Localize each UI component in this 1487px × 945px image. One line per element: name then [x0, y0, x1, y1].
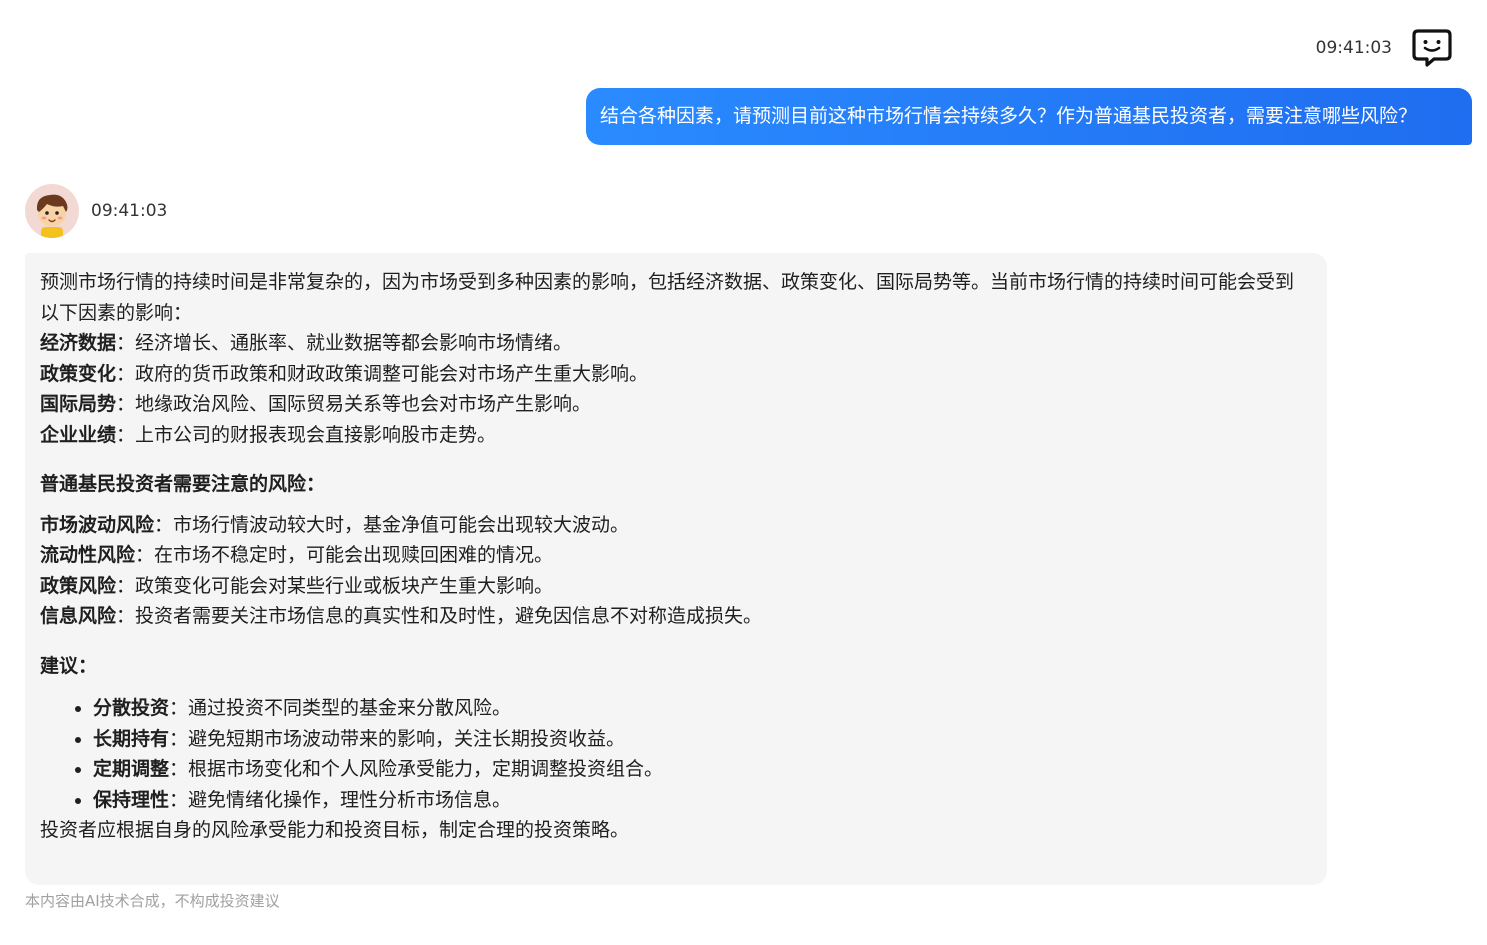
- risk-desc: 政策变化可能会对某些行业或板块产生重大影响。: [135, 574, 554, 597]
- risk-term: 信息风险: [40, 605, 117, 627]
- advice-term: 分散投资: [93, 697, 170, 719]
- list-item: 经济数据：经济增长、通胀率、就业数据等都会影响市场情绪。: [40, 328, 1312, 359]
- risk-desc: 市场行情波动较大时，基金净值可能会出现较大波动。: [173, 513, 630, 536]
- closing-paragraph: 投资者应根据自身的风险承受能力和投资目标，制定合理的投资策略。: [40, 819, 630, 841]
- separator: ：: [154, 513, 174, 536]
- list-item: 分散投资：通过投资不同类型的基金来分散风险。: [93, 693, 1312, 724]
- advice-desc: 避免短期市场波动带来的影响，关注长期投资收益。: [188, 727, 626, 750]
- list-item: 市场波动风险：市场行情波动较大时，基金净值可能会出现较大波动。: [40, 510, 1312, 541]
- avatar: [25, 184, 79, 238]
- risk-heading: 普通基民投资者需要注意的风险：: [40, 473, 326, 495]
- advice-desc: 通过投资不同类型的基金来分散风险。: [188, 697, 512, 719]
- factor-term: 企业业绩: [40, 423, 117, 446]
- advice-term: 长期持有: [93, 727, 170, 750]
- factor-desc: 上市公司的财报表现会直接影响股市走势。: [135, 423, 497, 446]
- list-item: 信息风险：投资者需要关注市场信息的真实性和及时性，避免因信息不对称造成损失。: [40, 601, 1312, 632]
- factor-list: 经济数据：经济增长、通胀率、就业数据等都会影响市场情绪。 政策变化：政府的货币政…: [40, 328, 1312, 450]
- risk-desc: 投资者需要关注市场信息的真实性和及时性，避免因信息不对称造成损失。: [135, 605, 763, 627]
- list-item: 长期持有：避免短期市场波动带来的影响，关注长期投资收益。: [93, 724, 1312, 755]
- user-message-time: 09:41:03: [1315, 38, 1392, 58]
- list-item: 政策变化：政府的货币政策和财政政策调整可能会对市场产生重大影响。: [40, 359, 1312, 390]
- separator: ：: [116, 574, 136, 597]
- separator: ：: [116, 423, 136, 446]
- list-item: 政策风险：政策变化可能会对某些行业或板块产生重大影响。: [40, 571, 1312, 602]
- separator: ：: [116, 393, 136, 415]
- advice-desc: 避免情绪化操作，理性分析市场信息。: [188, 788, 512, 811]
- chat-bubble-smile-icon[interactable]: [1410, 26, 1454, 70]
- separator: ：: [169, 727, 189, 750]
- separator: ：: [116, 332, 136, 354]
- intro-paragraph: 预测市场行情的持续时间是非常复杂的，因为市场受到多种因素的影响，包括经济数据、政…: [40, 271, 1295, 324]
- separator: ：: [169, 697, 189, 719]
- factor-desc: 地缘政治风险、国际贸易关系等也会对市场产生影响。: [135, 393, 592, 415]
- list-item: 保持理性：避免情绪化操作，理性分析市场信息。: [93, 785, 1312, 816]
- factor-desc: 经济增长、通胀率、就业数据等都会影响市场情绪。: [135, 332, 573, 354]
- risk-term: 流动性风险: [40, 544, 136, 566]
- separator: ：: [169, 758, 189, 780]
- separator: ：: [169, 788, 189, 811]
- list-item: 企业业绩：上市公司的财报表现会直接影响股市走势。: [40, 420, 1312, 451]
- advice-list: 分散投资：通过投资不同类型的基金来分散风险。 长期持有：避免短期市场波动带来的影…: [40, 693, 1312, 815]
- list-item: 国际局势：地缘政治风险、国际贸易关系等也会对市场产生影响。: [40, 389, 1312, 420]
- list-item: 定期调整：根据市场变化和个人风险承受能力，定期调整投资组合。: [93, 754, 1312, 785]
- risk-desc: 在市场不稳定时，可能会出现赎回困难的情况。: [154, 544, 554, 566]
- separator: ：: [116, 605, 136, 627]
- risk-term: 市场波动风险: [40, 513, 155, 536]
- advice-desc: 根据市场变化和个人风险承受能力，定期调整投资组合。: [188, 758, 664, 780]
- bot-message-bubble: 预测市场行情的持续时间是非常复杂的，因为市场受到多种因素的影响，包括经济数据、政…: [25, 253, 1327, 885]
- factor-term: 国际局势: [40, 393, 117, 415]
- separator: ：: [116, 362, 136, 385]
- advice-heading: 建议：: [40, 654, 98, 677]
- bot-message-time: 09:41:03: [91, 201, 168, 221]
- list-item: 流动性风险：在市场不稳定时，可能会出现赎回困难的情况。: [40, 540, 1312, 571]
- factor-desc: 政府的货币政策和财政政策调整可能会对市场产生重大影响。: [135, 362, 649, 385]
- risk-term: 政策风险: [40, 574, 117, 597]
- advice-term: 保持理性: [93, 788, 170, 811]
- factor-term: 政策变化: [40, 362, 117, 385]
- advice-term: 定期调整: [93, 758, 170, 780]
- risk-list: 市场波动风险：市场行情波动较大时，基金净值可能会出现较大波动。 流动性风险：在市…: [40, 510, 1312, 632]
- ai-disclaimer: 本内容由AI技术合成，不构成投资建议: [25, 892, 280, 910]
- factor-term: 经济数据: [40, 332, 117, 354]
- user-message-bubble: 结合各种因素，请预测目前这种市场行情会持续多久？作为普通基民投资者，需要注意哪些…: [586, 88, 1472, 145]
- separator: ：: [135, 544, 155, 566]
